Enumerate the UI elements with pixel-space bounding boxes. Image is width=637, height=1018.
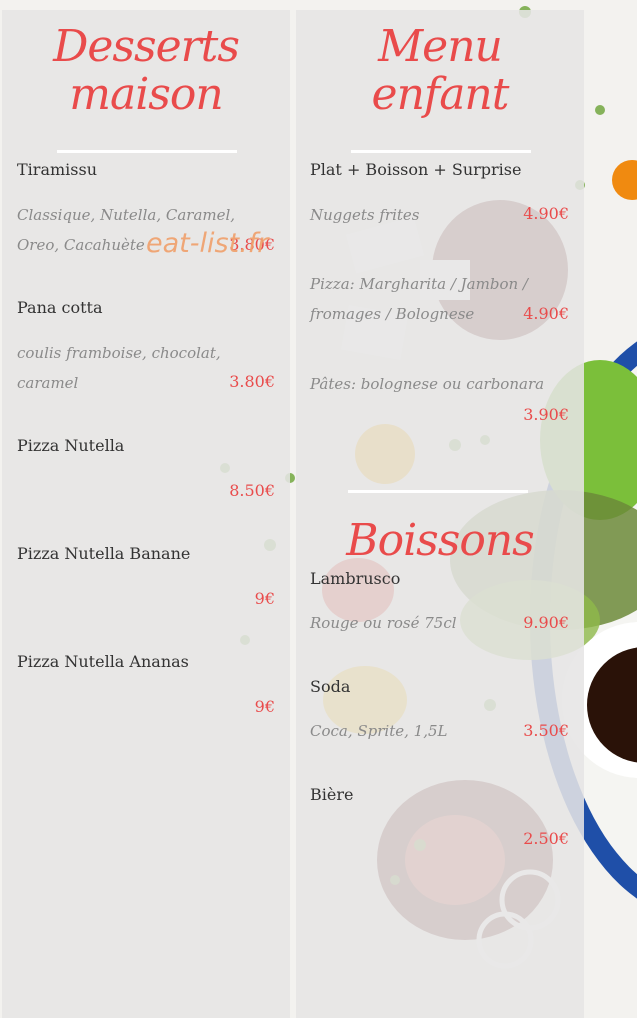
enfant-item-desc: Pizza: Margharita / Jambon / fromages / … [310, 275, 528, 323]
dessert-item-name: Pizza Nutella Banane [17, 544, 191, 563]
dessert-item-name: Tiramissu [17, 160, 97, 179]
boisson-item-name: Lambrusco [310, 569, 401, 588]
boissons-title-divider [348, 490, 528, 493]
boisson-item-price: 9.90€ [523, 613, 569, 632]
enfant-title-line2: enfant [371, 69, 510, 120]
enfant-title-line1: Menu [378, 21, 503, 72]
enfant-item-price: 4.90€ [523, 304, 569, 323]
dessert-item-price: 3.80€ [229, 372, 275, 391]
enfant-title-divider [351, 150, 531, 153]
desserts-title: Desserts maison [2, 24, 290, 118]
enfant-item-price: 3.90€ [523, 405, 569, 424]
dessert-item-price: 8.50€ [229, 481, 275, 500]
boisson-item-price: 2.50€ [523, 829, 569, 848]
dessert-item-desc: coulis framboise, chocolat, caramel [17, 344, 221, 392]
boisson-item-name: Bière [310, 785, 354, 804]
boisson-item-desc: Rouge ou rosé 75cl [310, 614, 457, 632]
boisson-item-name: Soda [310, 677, 351, 696]
dessert-item-name: Pizza Nutella Ananas [17, 652, 189, 671]
boissons-title: Boissons [346, 515, 534, 566]
boisson-item-desc: Coca, Sprite, 1,5L [310, 722, 448, 740]
boisson-item-price: 3.50€ [523, 721, 569, 740]
watermark-logo: eat-list.fr [146, 228, 269, 259]
dessert-item-name: Pizza Nutella [17, 436, 125, 455]
desserts-title-line1: Desserts [53, 21, 240, 72]
enfant-item-desc: Pâtes: bolognese ou carbonara [310, 375, 545, 393]
enfant-heading: Plat + Boisson + Surprise [310, 160, 522, 179]
enfant-title: Menu enfant [296, 24, 584, 118]
desserts-panel: Desserts maison Tiramissu Classique, Nut… [2, 10, 290, 1018]
desserts-title-divider [57, 150, 237, 153]
enfant-item-price: 4.90€ [523, 204, 569, 223]
enfant-boissons-panel: Menu enfant Plat + Boisson + Surprise Nu… [296, 10, 584, 1018]
dessert-item-name: Pana cotta [17, 298, 103, 317]
enfant-item-desc: Nuggets frites [310, 206, 420, 224]
dessert-item-price: 9€ [254, 589, 275, 608]
dessert-item-price: 9€ [254, 697, 275, 716]
desserts-title-line2: maison [69, 69, 223, 120]
